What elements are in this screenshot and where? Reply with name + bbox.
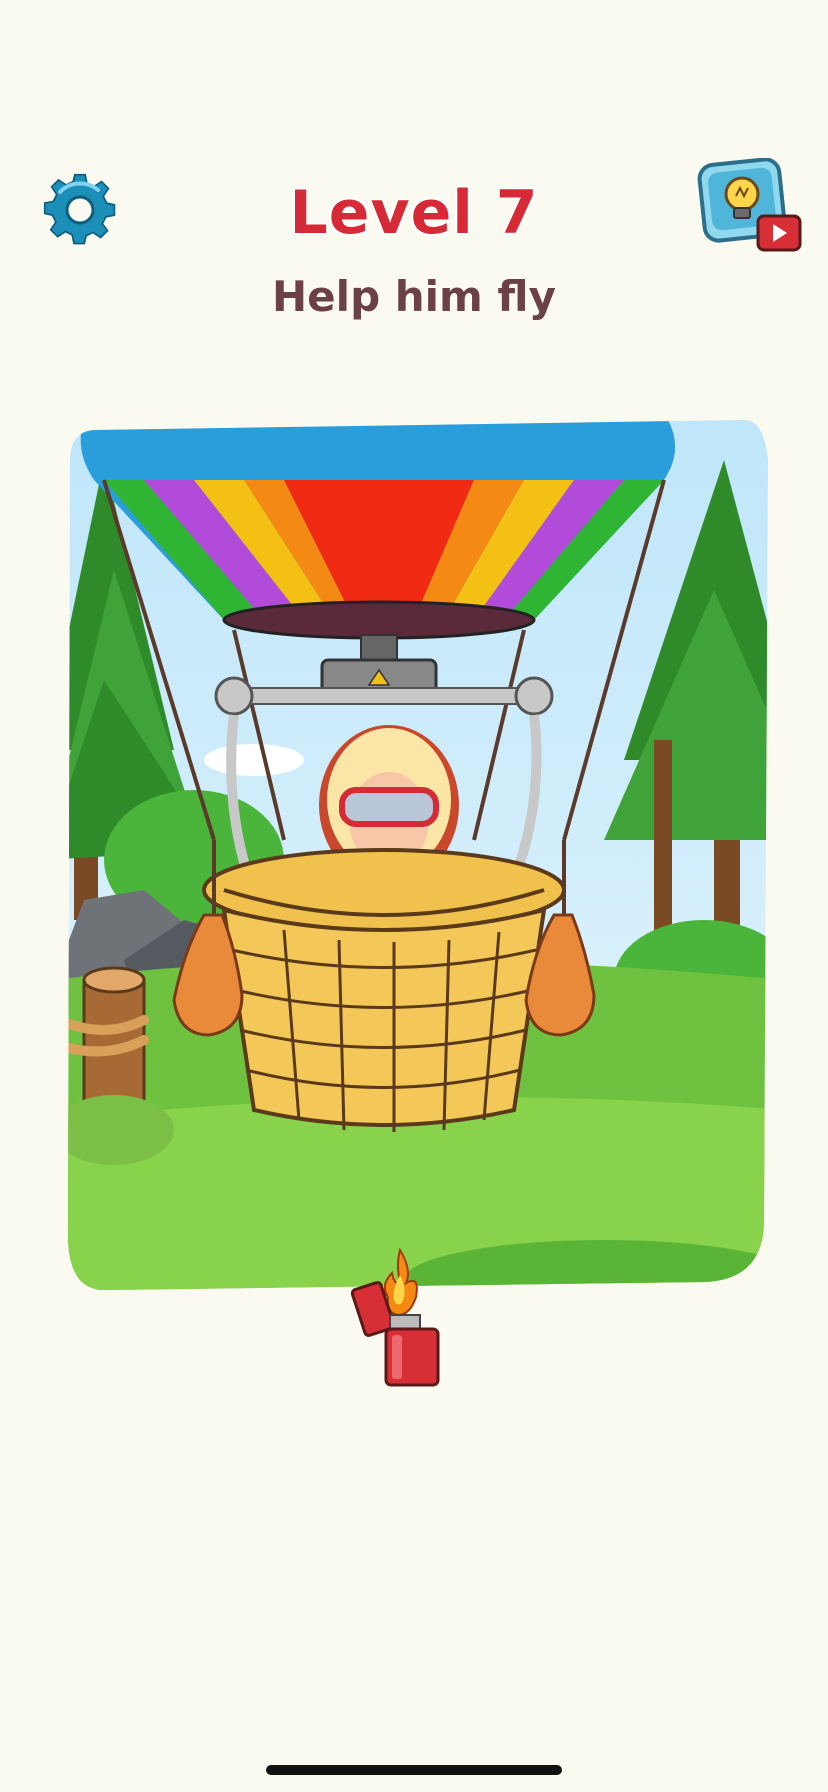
basket bbox=[202, 848, 566, 1132]
game-scene bbox=[64, 420, 772, 1298]
home-indicator[interactable] bbox=[266, 1765, 562, 1775]
play-video-icon bbox=[756, 214, 802, 252]
level-instruction: Help him fly bbox=[272, 272, 556, 321]
lighter-tool[interactable] bbox=[350, 1245, 450, 1390]
lighter-icon bbox=[350, 1247, 440, 1387]
hint-button[interactable] bbox=[696, 157, 806, 254]
